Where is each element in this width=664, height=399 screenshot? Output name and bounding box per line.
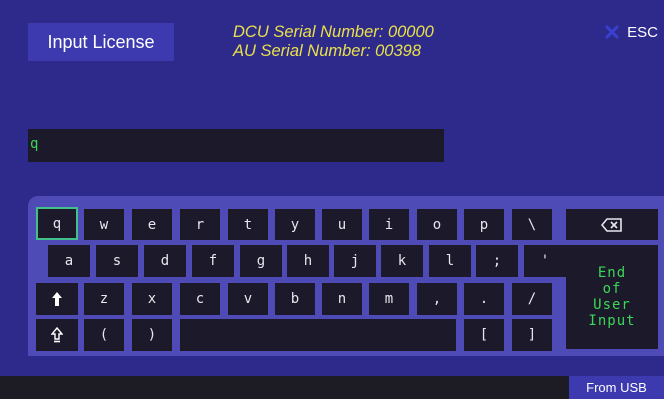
key-v[interactable]: v — [228, 283, 268, 315]
end-of-user-input-button[interactable]: End of User Input — [566, 245, 658, 349]
key-o[interactable]: o — [417, 209, 457, 240]
key-t[interactable]: t — [228, 209, 268, 240]
key-h[interactable]: h — [287, 245, 329, 277]
key-apostrophe[interactable]: ' — [524, 245, 566, 277]
key-semicolon[interactable]: ; — [476, 245, 518, 277]
dcu-serial-number: DCU Serial Number: 00000 — [233, 23, 434, 41]
key-y[interactable]: y — [275, 209, 315, 240]
caps-lock-key[interactable] — [36, 319, 78, 351]
key-j[interactable]: j — [334, 245, 376, 277]
close-icon — [605, 25, 619, 39]
key-z[interactable]: z — [84, 283, 124, 315]
key-s[interactable]: s — [96, 245, 138, 277]
key-u[interactable]: u — [322, 209, 362, 240]
key-f[interactable]: f — [192, 245, 234, 277]
key-close-paren[interactable]: ) — [132, 319, 172, 351]
backspace-key[interactable] — [566, 209, 658, 240]
input-license-title: Input License — [28, 23, 174, 61]
key-p[interactable]: p — [464, 209, 504, 240]
space-key[interactable] — [180, 319, 456, 351]
key-n[interactable]: n — [322, 283, 362, 315]
shift-icon — [52, 292, 62, 306]
backspace-icon — [601, 217, 622, 232]
key-g[interactable]: g — [240, 245, 282, 277]
key-i[interactable]: i — [369, 209, 409, 240]
key-w[interactable]: w — [84, 209, 124, 240]
key-x[interactable]: x — [132, 283, 172, 315]
key-m[interactable]: m — [369, 283, 409, 315]
key-slash[interactable]: / — [512, 283, 552, 315]
esc-button[interactable]: ESC — [605, 22, 658, 42]
status-bar — [0, 376, 664, 399]
key-k[interactable]: k — [381, 245, 423, 277]
key-q[interactable]: q — [36, 207, 78, 240]
key-l[interactable]: l — [429, 245, 471, 277]
key-b[interactable]: b — [275, 283, 315, 315]
key-comma[interactable]: , — [417, 283, 457, 315]
au-serial-number: AU Serial Number: 00398 — [233, 42, 422, 60]
esc-label: ESC — [627, 23, 658, 41]
caps-lock-icon — [51, 327, 63, 343]
key-open-bracket[interactable]: [ — [464, 319, 504, 351]
key-r[interactable]: r — [180, 209, 220, 240]
key-close-bracket[interactable]: ] — [512, 319, 552, 351]
serial-numbers: DCU Serial Number: 00000 AU Serial Numbe… — [233, 23, 434, 61]
license-input-field[interactable]: q — [28, 129, 444, 162]
key-period[interactable]: . — [464, 283, 504, 315]
key-backslash[interactable]: \ — [512, 209, 552, 240]
key-c[interactable]: c — [180, 283, 220, 315]
key-open-paren[interactable]: ( — [84, 319, 124, 351]
key-d[interactable]: d — [144, 245, 186, 277]
from-usb-button[interactable]: From USB — [569, 376, 664, 399]
key-a[interactable]: a — [48, 245, 90, 277]
shift-key[interactable] — [36, 283, 78, 315]
key-e[interactable]: e — [132, 209, 172, 240]
